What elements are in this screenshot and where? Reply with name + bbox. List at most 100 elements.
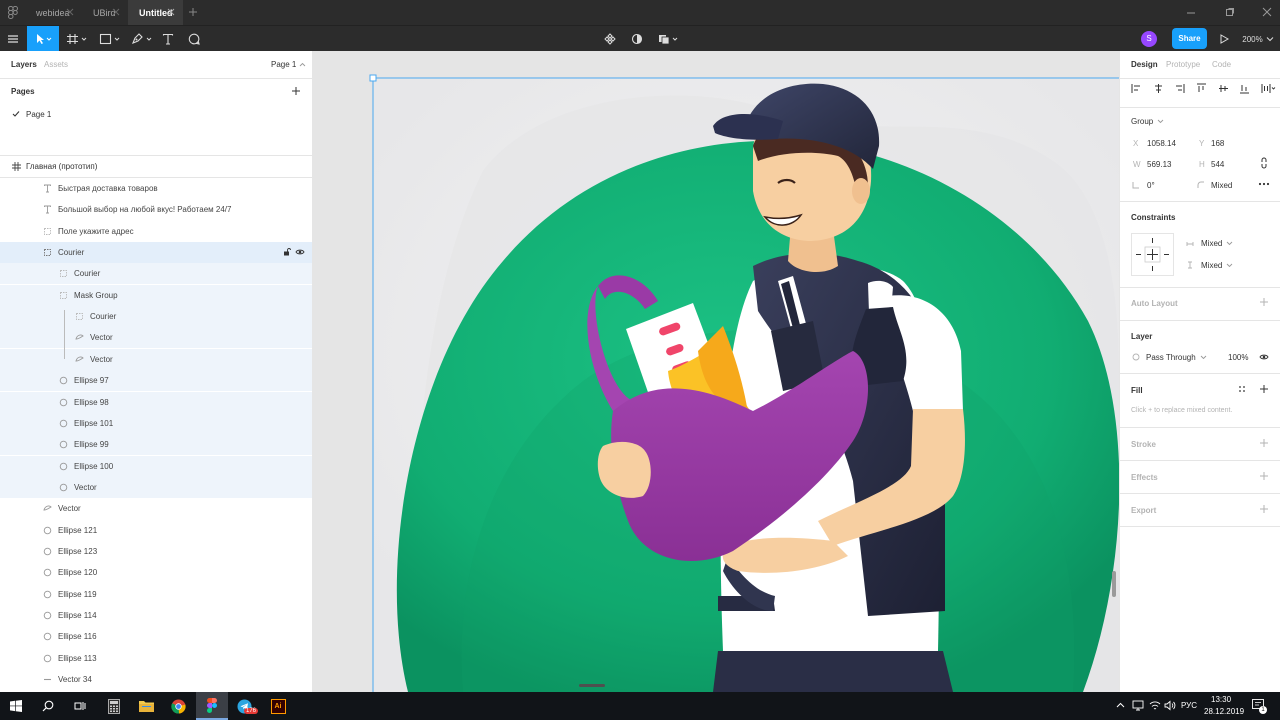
boolean-button[interactable] xyxy=(656,26,682,52)
zoom-dropdown[interactable]: 200% xyxy=(1240,26,1276,52)
move-tool-button[interactable] xyxy=(27,26,59,52)
maximize-button[interactable] xyxy=(1225,7,1235,17)
task-view-button[interactable] xyxy=(64,692,96,720)
close-icon[interactable] xyxy=(167,8,175,16)
text-tool-button[interactable] xyxy=(159,26,177,52)
layer-row[interactable]: Ellipse 120 xyxy=(0,562,312,583)
layer-row[interactable]: Поле укажите адрес xyxy=(0,221,312,242)
layer-row[interactable]: Vector xyxy=(0,476,312,498)
width-input[interactable]: 569.13 xyxy=(1147,160,1171,169)
layer-row[interactable]: Ellipse 121 xyxy=(0,520,312,541)
close-window-button[interactable] xyxy=(1262,7,1272,17)
layer-row[interactable]: Vector xyxy=(0,498,312,519)
canvas[interactable] xyxy=(313,51,1119,692)
new-tab-button[interactable] xyxy=(188,7,198,17)
menu-button[interactable] xyxy=(3,26,23,52)
layer-row[interactable]: Ellipse 100 xyxy=(0,455,312,477)
calculator-app[interactable] xyxy=(98,692,130,720)
figma-logo-icon[interactable] xyxy=(8,6,18,19)
align-left-icon[interactable] xyxy=(1131,83,1142,94)
vertical-constraint-dropdown[interactable]: Mixed xyxy=(1201,261,1233,270)
distribute-icon[interactable] xyxy=(1261,83,1276,94)
add-auto-layout-icon[interactable] xyxy=(1259,297,1269,307)
component-button[interactable] xyxy=(601,26,619,52)
layer-row[interactable]: Ellipse 97 xyxy=(0,370,312,392)
align-top-icon[interactable] xyxy=(1196,83,1207,94)
layer-row[interactable]: Быстрая доставка товаров xyxy=(0,178,312,199)
illustrator-app[interactable]: Ai xyxy=(262,692,294,720)
file-explorer-app[interactable] xyxy=(130,692,162,720)
page-selector[interactable]: Page 1 xyxy=(271,60,306,69)
rotation-input[interactable]: 0° xyxy=(1147,181,1155,190)
canvas-hscrollbar[interactable] xyxy=(579,684,605,687)
add-fill-icon[interactable] xyxy=(1259,384,1269,394)
frame-row[interactable]: Главная (прототип) xyxy=(0,156,312,177)
chrome-app[interactable] xyxy=(162,692,194,720)
tab-untitled[interactable]: Untitled xyxy=(128,0,183,25)
corner-radius-input[interactable]: Mixed xyxy=(1211,181,1232,190)
avatar[interactable]: S xyxy=(1141,31,1157,47)
page-item[interactable]: Page 1 xyxy=(0,106,312,123)
layer-row[interactable]: Ellipse 119 xyxy=(0,584,312,605)
tab-ubird[interactable]: UBird xyxy=(82,0,128,25)
align-right-icon[interactable] xyxy=(1174,83,1185,94)
align-bottom-icon[interactable] xyxy=(1239,83,1250,94)
opacity-input[interactable]: 100% xyxy=(1228,353,1248,362)
height-input[interactable]: 544 xyxy=(1211,160,1224,169)
y-input[interactable]: 168 xyxy=(1211,139,1224,148)
add-stroke-icon[interactable] xyxy=(1259,438,1269,448)
align-vcenter-icon[interactable] xyxy=(1218,83,1229,94)
layer-row[interactable]: Ellipse 113 xyxy=(0,648,312,669)
notifications-button[interactable]: 1 xyxy=(1252,699,1267,714)
chevron-up-icon[interactable] xyxy=(1116,701,1125,710)
close-icon[interactable] xyxy=(112,8,120,16)
share-button[interactable]: Share xyxy=(1172,28,1207,49)
horizontal-constraint-dropdown[interactable]: Mixed xyxy=(1201,239,1233,248)
layer-row[interactable]: Vector 34 xyxy=(0,669,312,690)
tab-code[interactable]: Code xyxy=(1212,60,1231,69)
pen-tool-button[interactable] xyxy=(128,26,156,52)
layer-row[interactable]: Vector xyxy=(0,327,312,349)
tab-design[interactable]: Design xyxy=(1131,60,1158,69)
close-icon[interactable] xyxy=(66,8,74,16)
frame-tool-button[interactable] xyxy=(63,26,91,52)
tab-assets[interactable]: Assets xyxy=(44,60,68,69)
group-dropdown[interactable]: Group xyxy=(1131,117,1164,126)
add-export-icon[interactable] xyxy=(1259,504,1269,514)
volume-icon[interactable] xyxy=(1164,700,1176,711)
style-grid-icon[interactable] xyxy=(1238,385,1246,393)
blend-mode-dropdown[interactable]: Pass Through xyxy=(1146,353,1207,362)
network-icon[interactable] xyxy=(1132,700,1144,711)
canvas-scrollbar[interactable] xyxy=(1112,571,1116,597)
add-effect-icon[interactable] xyxy=(1259,471,1269,481)
telegram-app[interactable]: 176 xyxy=(228,692,260,720)
present-button[interactable] xyxy=(1216,26,1232,52)
wifi-icon[interactable] xyxy=(1149,700,1161,711)
clock-time[interactable]: 13:30 xyxy=(1211,695,1231,704)
minimize-button[interactable] xyxy=(1186,8,1196,18)
layer-row[interactable]: Ellipse 101 xyxy=(0,412,312,434)
align-hcenter-icon[interactable] xyxy=(1153,83,1164,94)
layer-row[interactable]: Mask Group xyxy=(0,284,312,306)
search-button[interactable] xyxy=(32,692,64,720)
tab-layers[interactable]: Layers xyxy=(11,60,37,69)
layer-row[interactable]: Courier xyxy=(0,306,312,328)
layer-row[interactable]: Courier xyxy=(0,263,312,285)
tab-webidea[interactable]: webidea xyxy=(25,0,82,25)
layer-row[interactable]: Ellipse 114 xyxy=(0,605,312,626)
more-options-icon[interactable] xyxy=(1258,181,1270,187)
unlock-icon[interactable] xyxy=(283,248,291,256)
layer-row[interactable]: Ellipse 123 xyxy=(0,541,312,562)
x-input[interactable]: 1058.14 xyxy=(1147,139,1176,148)
layer-row[interactable]: Ellipse 98 xyxy=(0,391,312,413)
layer-row[interactable]: Ellipse 99 xyxy=(0,434,312,456)
layer-row[interactable]: Vector xyxy=(0,348,312,370)
eye-icon[interactable] xyxy=(1259,353,1269,361)
eye-icon[interactable] xyxy=(295,248,305,256)
add-page-button[interactable] xyxy=(291,86,301,96)
layer-row[interactable]: Большой выбор на любой вкус! Работаем 24… xyxy=(0,199,312,220)
clock-date[interactable]: 28.12.2019 xyxy=(1204,707,1244,716)
resize-handle[interactable] xyxy=(369,74,377,82)
constrain-proportions-icon[interactable] xyxy=(1260,157,1268,169)
constraints-widget[interactable] xyxy=(1131,233,1174,276)
